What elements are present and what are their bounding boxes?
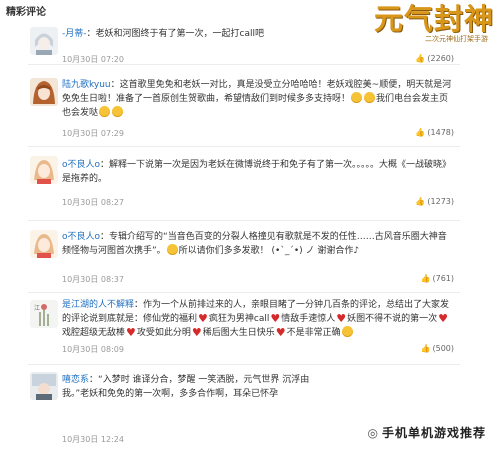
avatar[interactable] (30, 27, 58, 55)
divider (28, 64, 460, 65)
divider (28, 146, 460, 147)
thumbs-up-icon: 👍 (415, 197, 426, 206)
thumbs-up-icon: 👍 (415, 128, 426, 137)
like-button[interactable]: 👍 (2260) (415, 54, 454, 63)
watermark-text: 手机单机游戏推荐 (381, 426, 486, 440)
section-title: 精彩评论 (6, 7, 46, 18)
comment-text: 所以请你们多多发歌！ (•ˋ_ˊ•) ノ 谢谢合作♪ (178, 246, 360, 256)
heart-icon: ♥ (438, 312, 449, 325)
username-link[interactable]: -月蒂- (62, 29, 87, 39)
comment-text: 不是非常正确 (286, 328, 341, 338)
avatar[interactable]: 江 (30, 300, 58, 328)
comment-time: 10月30日 07:29 (62, 129, 124, 138)
heart-icon: ♥ (198, 312, 208, 325)
thumbs-up-icon: 👍 (420, 274, 431, 283)
watermark: ◎ 手机单机游戏推荐 (368, 424, 487, 441)
svg-text:江: 江 (34, 305, 40, 312)
comment-text: 妖图不得不说的第一次 (347, 314, 438, 324)
like-button[interactable]: 👍 (500) (421, 344, 454, 353)
heart-icon: ♥ (336, 312, 347, 325)
like-button[interactable]: 👍 (761) (421, 274, 454, 283)
like-count: (2260) (427, 54, 454, 63)
wechat-icon: ◎ (367, 426, 379, 440)
like-button[interactable]: 👍 (1478) (415, 128, 454, 137)
thumbs-up-icon: 👍 (420, 344, 431, 353)
smile-emoji-icon (99, 106, 111, 117)
comment-text: 戏腔超级无敌棒 (62, 328, 126, 338)
smile-emoji-icon (351, 92, 363, 103)
comment-text: “入梦时 谁译分合，梦醒 一笑洒脱，元气世界 沉浮由我。”老妖和免免的第一次啊，… (62, 375, 310, 399)
username-link[interactable]: 陆九歌kyuu (62, 80, 111, 90)
username-link[interactable]: 是江湖的人不解释 (62, 300, 134, 310)
heart-icon: ♥ (270, 312, 281, 325)
username-link[interactable]: o不良人o (62, 232, 100, 242)
username-link[interactable]: o不良人o (62, 160, 100, 170)
comment-time: 10月30日 12:24 (62, 435, 124, 444)
smile-emoji-icon (112, 106, 124, 117)
avatar[interactable] (30, 78, 58, 106)
like-button[interactable]: 👍 (1273) (415, 197, 454, 206)
like-count: (500) (432, 344, 454, 353)
heart-icon: ♥ (126, 326, 136, 339)
comment-time: 10月30日 08:09 (62, 345, 124, 354)
comment-text: 疯狂为男神call (208, 314, 270, 324)
comment-item: 江 是江湖的人不解释：作为一个从前排过来的人，亲眼目睹了一分钟几百条的评论，总结… (0, 296, 500, 358)
like-count: (1478) (427, 128, 454, 137)
comment-text: 攻受如此分明 (136, 328, 191, 338)
comment-text: 老妖和河图终于有了第一次，一起打call吧 (95, 29, 264, 39)
avatar[interactable] (30, 230, 58, 258)
divider (28, 292, 460, 293)
smile-emoji-icon (166, 244, 178, 255)
heart-icon: ♥ (275, 326, 286, 339)
comment-text: 情敌手速惊人 (281, 314, 336, 324)
comment-text: 解释一下说第一次是因为老妖在微博说终于和免子有了第一次。。。。。大概《一战破晓》… (62, 160, 452, 184)
divider (28, 364, 460, 365)
divider (28, 220, 460, 221)
avatar[interactable] (30, 372, 58, 400)
heart-icon: ♥ (191, 326, 202, 339)
comment-time: 10月30日 08:27 (62, 198, 124, 207)
comment-item: o不良人o：专辑介绍写的“当音色百变的分裂人格撞见有歌就是不发的任性……古风音乐… (0, 226, 500, 288)
comment-item: 陆九歌kyuu：这首歌里免免和老妖一对比，真是没受立分哈哈哈！老妖戏腔美~顺便，… (0, 74, 500, 150)
username-link[interactable]: 嘻恋系 (62, 375, 89, 385)
comment-item: -月蒂-：老妖和河图终于有了第一次，一起打call吧 10月30日 07:20 … (0, 24, 500, 74)
thumbs-up-icon: 👍 (415, 54, 426, 63)
smile-emoji-icon (341, 326, 353, 337)
smile-emoji-icon (364, 92, 376, 103)
comment-time: 10月30日 08:37 (62, 275, 124, 284)
comment-text: 稀后图大生日快乐 (202, 328, 275, 338)
comment-item: o不良人o：解释一下说第一次是因为老妖在微博说终于和免子有了第一次。。。。。大概… (0, 152, 500, 212)
like-count: (1273) (427, 197, 454, 206)
like-count: (761) (432, 274, 454, 283)
avatar[interactable] (30, 156, 58, 184)
